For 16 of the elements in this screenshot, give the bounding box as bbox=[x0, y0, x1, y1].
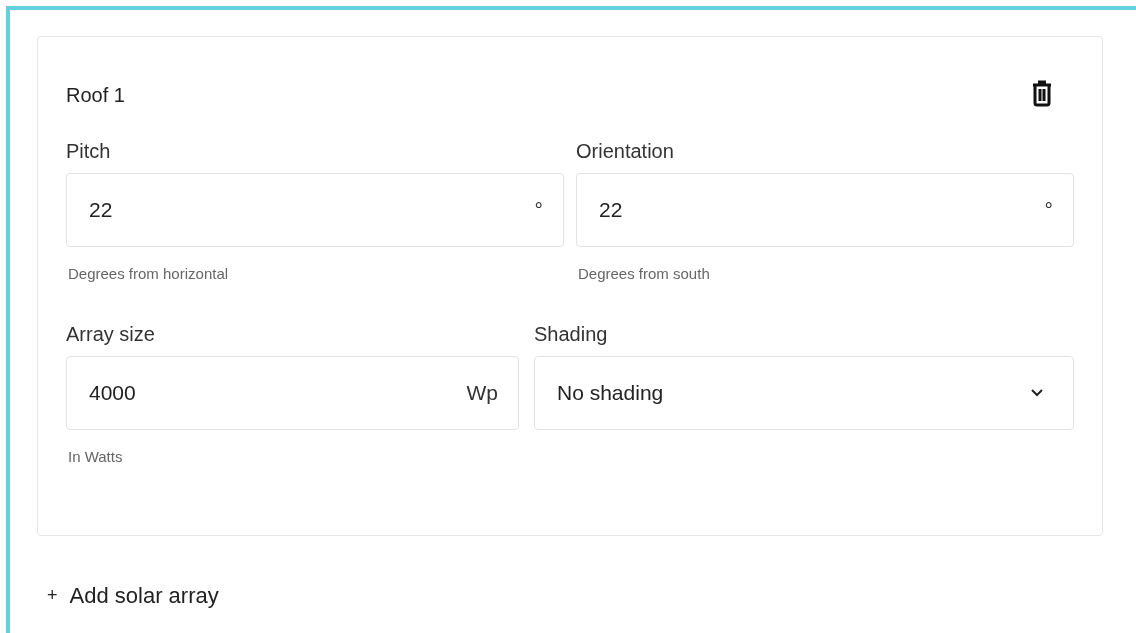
shading-dropdown[interactable]: No shading bbox=[534, 355, 1074, 430]
number-input[interactable]: 4000 Wp bbox=[66, 355, 519, 430]
field-label: Array size bbox=[66, 321, 156, 347]
field-label: Pitch bbox=[66, 139, 112, 164]
number-input[interactable]: 22 ° bbox=[576, 173, 1074, 247]
card-title: Roof 1 bbox=[66, 83, 125, 108]
add-solar-array-button[interactable]: + Add solar array bbox=[47, 579, 219, 612]
field-hint: Degrees from south bbox=[578, 264, 711, 284]
field-hint: In Watts bbox=[68, 446, 124, 467]
plus-icon: + bbox=[47, 582, 58, 609]
field-label: Shading bbox=[534, 321, 609, 347]
field-label: Orientation bbox=[576, 139, 675, 164]
field-hint: Degrees from horizontal bbox=[68, 264, 230, 284]
number-input[interactable]: 22 ° bbox=[66, 173, 564, 247]
trash-icon bbox=[1032, 79, 1052, 107]
chevron-down-icon bbox=[1031, 388, 1043, 397]
